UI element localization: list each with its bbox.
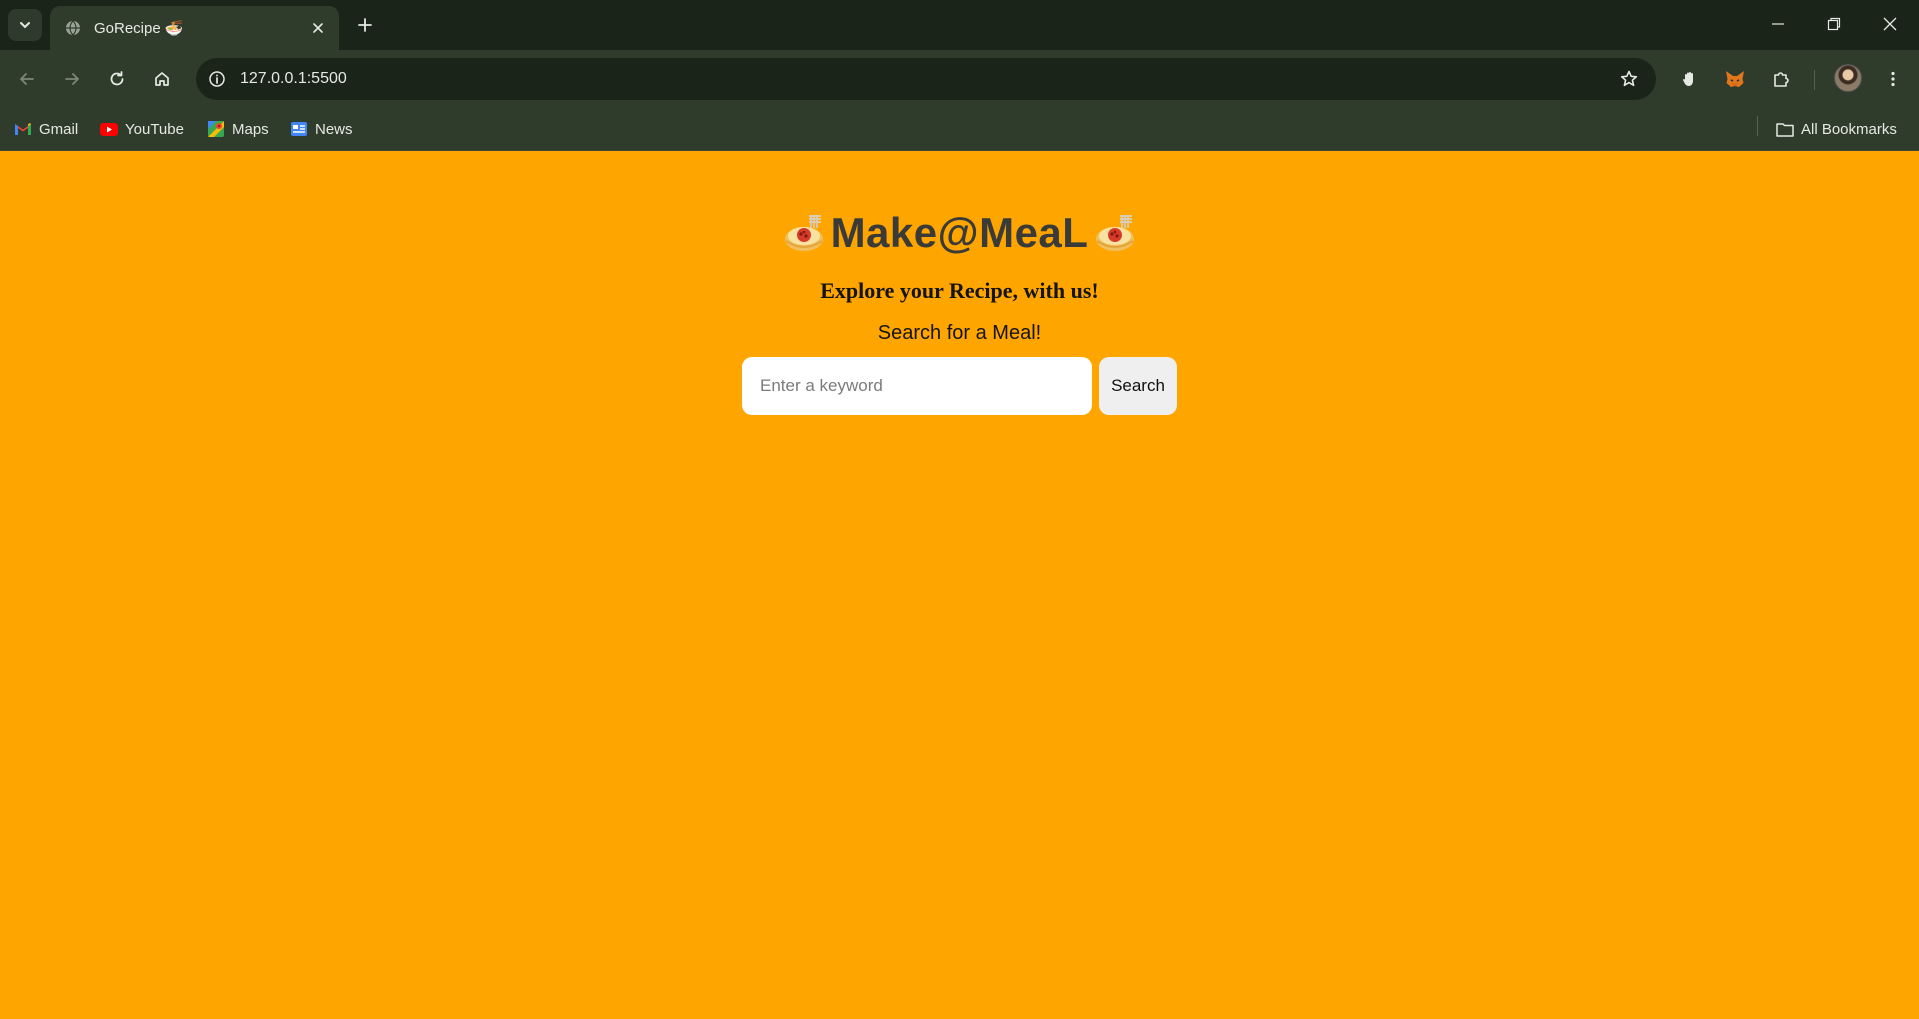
search-form: Search bbox=[742, 357, 1177, 415]
arrow-left-icon bbox=[20, 73, 34, 85]
extension-hand-icon[interactable] bbox=[1673, 62, 1707, 96]
search-button[interactable]: Search bbox=[1099, 357, 1177, 415]
chevron-down-icon bbox=[20, 22, 30, 29]
url-text[interactable]: 127.0.0.1:5500 bbox=[240, 70, 1612, 88]
tab-strip: GoRecipe 🍜 bbox=[0, 0, 1919, 50]
bookmarks-divider bbox=[1757, 116, 1758, 136]
spaghetti-icon bbox=[784, 215, 823, 251]
gmail-icon bbox=[14, 121, 32, 137]
site-info-icon[interactable] bbox=[202, 64, 232, 94]
browser-tab-active[interactable]: GoRecipe 🍜 bbox=[50, 6, 339, 50]
address-bar[interactable]: 127.0.0.1:5500 bbox=[196, 58, 1656, 100]
all-bookmarks-button[interactable]: All Bookmarks bbox=[1770, 116, 1903, 142]
kebab-menu-icon[interactable] bbox=[1876, 62, 1910, 96]
globe-icon bbox=[64, 19, 82, 37]
tagline: Explore your Recipe, with us! bbox=[820, 278, 1099, 303]
restore-icon bbox=[1827, 17, 1841, 31]
bookmark-maps[interactable]: Maps bbox=[201, 116, 275, 142]
close-tab-icon[interactable] bbox=[307, 17, 329, 39]
plus-icon bbox=[358, 18, 372, 32]
bookmark-gmail[interactable]: Gmail bbox=[8, 116, 84, 142]
page-content: Make@MeaL Explore your Recipe, with us! … bbox=[0, 151, 1919, 1019]
bookmark-youtube[interactable]: YouTube bbox=[94, 116, 190, 142]
folder-icon bbox=[1776, 121, 1794, 137]
minimize-button[interactable] bbox=[1756, 8, 1800, 40]
browser-toolbar: 127.0.0.1:5500 bbox=[0, 50, 1919, 108]
bookmark-label: Maps bbox=[232, 120, 269, 138]
search-heading: Search for a Meal! bbox=[877, 322, 1042, 344]
arrow-right-icon bbox=[65, 73, 79, 85]
metamask-fox-icon[interactable] bbox=[1718, 62, 1752, 96]
all-bookmarks-label: All Bookmarks bbox=[1801, 120, 1897, 138]
close-icon bbox=[1883, 17, 1897, 31]
site-header: Make@MeaL bbox=[783, 205, 1137, 261]
bookmark-label: News bbox=[315, 120, 353, 138]
tab-title: GoRecipe 🍜 bbox=[94, 20, 184, 37]
minimize-icon bbox=[1772, 23, 1784, 25]
back-button[interactable] bbox=[10, 62, 44, 96]
close-window-button[interactable] bbox=[1868, 8, 1912, 40]
hero-section: Make@MeaL Explore your Recipe, with us! … bbox=[0, 205, 1919, 415]
restore-button[interactable] bbox=[1812, 8, 1856, 40]
reload-button[interactable] bbox=[100, 62, 134, 96]
search-input[interactable] bbox=[742, 357, 1092, 415]
bookmark-news[interactable]: News bbox=[284, 116, 359, 142]
home-icon bbox=[155, 72, 169, 86]
bookmark-star-icon[interactable] bbox=[1612, 62, 1646, 96]
home-button[interactable] bbox=[145, 62, 179, 96]
profile-avatar[interactable] bbox=[1834, 64, 1862, 92]
forward-button[interactable] bbox=[55, 62, 89, 96]
bookmark-label: YouTube bbox=[125, 120, 184, 138]
spaghetti-icon bbox=[1096, 215, 1135, 251]
news-icon bbox=[290, 121, 308, 137]
reload-icon bbox=[110, 71, 124, 86]
maps-icon bbox=[207, 121, 225, 137]
site-title: Make@MeaL bbox=[830, 209, 1089, 256]
youtube-icon bbox=[100, 121, 118, 137]
bookmarks-bar: Gmail YouTube Maps News bbox=[0, 108, 1919, 151]
toolbar-divider bbox=[1814, 70, 1815, 90]
tab-search-button[interactable] bbox=[8, 9, 42, 41]
extensions-puzzle-icon[interactable] bbox=[1764, 62, 1798, 96]
new-tab-button[interactable] bbox=[352, 12, 378, 38]
bookmark-label: Gmail bbox=[39, 120, 79, 138]
